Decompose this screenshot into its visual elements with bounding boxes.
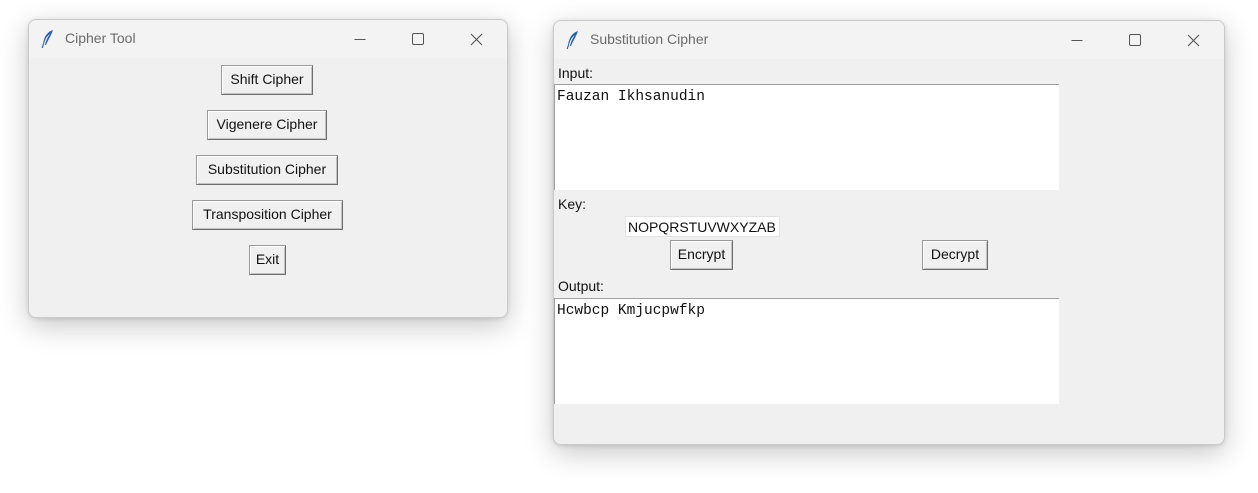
maximize-button[interactable]: [1112, 21, 1158, 59]
close-button[interactable]: [1170, 21, 1216, 59]
feather-icon: [41, 29, 55, 49]
key-entry[interactable]: NOPQRSTUVWXYZAB: [625, 216, 780, 237]
encrypt-button[interactable]: Encrypt: [670, 240, 733, 270]
title-bar[interactable]: Substitution Cipher: [554, 21, 1224, 59]
key-label: Key:: [558, 196, 587, 212]
feather-icon: [566, 30, 580, 50]
minimize-button[interactable]: [1054, 21, 1100, 59]
close-button[interactable]: [453, 20, 499, 58]
window-title: Cipher Tool: [65, 30, 136, 46]
close-icon: [470, 33, 483, 46]
vigenere-cipher-button[interactable]: Vigenere Cipher: [207, 110, 327, 140]
close-icon: [1187, 34, 1200, 47]
maximize-icon: [1129, 34, 1141, 46]
shift-cipher-button[interactable]: Shift Cipher: [221, 65, 313, 95]
substitution-cipher-button[interactable]: Substitution Cipher: [196, 155, 338, 185]
substitution-cipher-window: Substitution Cipher Input: Fauzan Ikhsan…: [553, 20, 1225, 445]
decrypt-button[interactable]: Decrypt: [922, 240, 988, 270]
exit-button[interactable]: Exit: [249, 245, 286, 275]
minimize-icon: [1071, 34, 1083, 46]
maximize-icon: [412, 33, 424, 45]
minimize-button[interactable]: [337, 20, 383, 58]
title-bar[interactable]: Cipher Tool: [29, 20, 507, 58]
substitution-client: Input: Fauzan Ikhsanudin Key: NOPQRSTUVW…: [554, 59, 1224, 444]
input-textbox[interactable]: Fauzan Ikhsanudin: [554, 84, 1059, 190]
cipher-tool-client: Shift Cipher Vigenere Cipher Substitutio…: [29, 58, 507, 317]
maximize-button[interactable]: [395, 20, 441, 58]
output-label: Output:: [558, 278, 604, 294]
cipher-tool-window: Cipher Tool Shift Cipher Vigenere Cipher…: [28, 19, 508, 318]
minimize-icon: [354, 33, 366, 45]
transposition-cipher-button[interactable]: Transposition Cipher: [192, 200, 343, 230]
input-label: Input:: [558, 65, 594, 81]
window-title: Substitution Cipher: [590, 31, 709, 47]
output-textbox[interactable]: Hcwbcp Kmjucpwfkp: [554, 298, 1059, 404]
